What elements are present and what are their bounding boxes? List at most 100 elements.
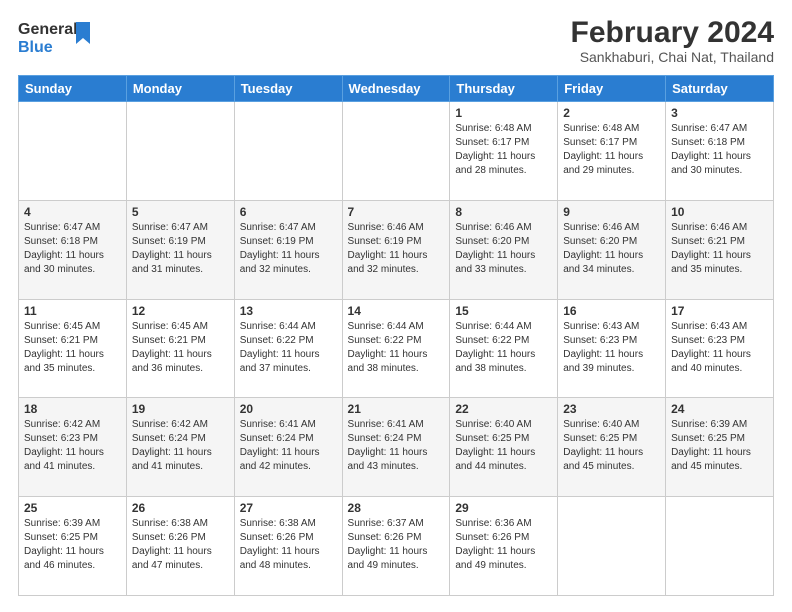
day-info: Sunrise: 6:43 AM Sunset: 6:23 PM Dayligh… [671,320,768,376]
header-sunday: Sunday [19,76,127,102]
title-area: February 2024 Sankhaburi, Chai Nat, Thai… [571,16,774,65]
table-row [19,102,127,201]
day-number: 4 [24,205,121,219]
day-number: 29 [455,501,552,515]
table-row [126,102,234,201]
table-row: 4 Sunrise: 6:47 AM Sunset: 6:18 PM Daylig… [19,200,127,299]
header-saturday: Saturday [666,76,774,102]
day-info: Sunrise: 6:42 AM Sunset: 6:24 PM Dayligh… [132,418,229,474]
day-number: 13 [240,304,337,318]
day-number: 27 [240,501,337,515]
day-number: 7 [348,205,445,219]
day-number: 20 [240,402,337,416]
table-row: 5Sunrise: 6:47 AM Sunset: 6:19 PM Daylig… [126,200,234,299]
header-monday: Monday [126,76,234,102]
table-row: 20Sunrise: 6:41 AM Sunset: 6:24 PM Dayli… [234,398,342,497]
day-number: 6 [240,205,337,219]
table-row: 3Sunrise: 6:47 AM Sunset: 6:18 PM Daylig… [666,102,774,201]
day-number: 23 [563,402,660,416]
calendar-row-0: 1Sunrise: 6:48 AM Sunset: 6:17 PM Daylig… [19,102,774,201]
table-row: 2Sunrise: 6:48 AM Sunset: 6:17 PM Daylig… [558,102,666,201]
logo-area: General Blue [18,16,98,65]
day-number: 16 [563,304,660,318]
table-row [558,497,666,596]
day-info: Sunrise: 6:47 AM Sunset: 6:18 PM Dayligh… [671,122,768,178]
day-number: 12 [132,304,229,318]
table-row: 22 Sunrise: 6:40 AM Sunset: 6:25 PM Dayli… [450,398,558,497]
day-number: 19 [132,402,229,416]
table-row: 17 Sunrise: 6:43 AM Sunset: 6:23 PM Dayli… [666,299,774,398]
month-year-title: February 2024 [571,16,774,49]
day-info: Sunrise: 6:47 AM Sunset: 6:18 PM Dayligh… [24,221,121,277]
table-row: 16Sunrise: 6:43 AM Sunset: 6:23 PM Dayli… [558,299,666,398]
day-number: 22 [455,402,552,416]
header-friday: Friday [558,76,666,102]
header-thursday: Thursday [450,76,558,102]
day-info: Sunrise: 6:38 AM Sunset: 6:26 PM Dayligh… [132,517,229,573]
day-number: 17 [671,304,768,318]
day-info: Sunrise: 6:45 AM Sunset: 6:21 PM Dayligh… [132,320,229,376]
table-row: 25 Sunrise: 6:39 AM Sunset: 6:25 PM Dayli… [19,497,127,596]
table-row: 19 Sunrise: 6:42 AM Sunset: 6:24 PM Dayli… [126,398,234,497]
day-info: Sunrise: 6:46 AM Sunset: 6:20 PM Dayligh… [455,221,552,277]
calendar-table: Sunday Monday Tuesday Wednesday Thursday… [18,75,774,596]
table-row: 18 Sunrise: 6:42 AM Sunset: 6:23 PM Dayli… [19,398,127,497]
table-row: 13 Sunrise: 6:44 AM Sunset: 6:22 PM Dayli… [234,299,342,398]
svg-text:Blue: Blue [18,39,53,56]
table-row: 6 Sunrise: 6:47 AM Sunset: 6:19 PM Daylig… [234,200,342,299]
day-info: Sunrise: 6:39 AM Sunset: 6:25 PM Dayligh… [671,418,768,474]
day-number: 26 [132,501,229,515]
logo: General Blue [18,16,98,65]
day-number: 28 [348,501,445,515]
table-row: 7Sunrise: 6:46 AM Sunset: 6:19 PM Daylig… [342,200,450,299]
day-number: 24 [671,402,768,416]
table-row: 23 Sunrise: 6:40 AM Sunset: 6:25 PM Dayli… [558,398,666,497]
day-info: Sunrise: 6:46 AM Sunset: 6:21 PM Dayligh… [671,221,768,277]
calendar-row-3: 18 Sunrise: 6:42 AM Sunset: 6:23 PM Dayli… [19,398,774,497]
day-info: Sunrise: 6:44 AM Sunset: 6:22 PM Dayligh… [240,320,337,376]
day-number: 5 [132,205,229,219]
table-row: 14Sunrise: 6:44 AM Sunset: 6:22 PM Dayli… [342,299,450,398]
table-row: 15 Sunrise: 6:44 AM Sunset: 6:22 PM Dayli… [450,299,558,398]
svg-text:General: General [18,21,78,38]
day-number: 15 [455,304,552,318]
table-row: 27 Sunrise: 6:38 AM Sunset: 6:26 PM Dayli… [234,497,342,596]
table-row: 11Sunrise: 6:45 AM Sunset: 6:21 PM Dayli… [19,299,127,398]
weekday-header-row: Sunday Monday Tuesday Wednesday Thursday… [19,76,774,102]
day-info: Sunrise: 6:48 AM Sunset: 6:17 PM Dayligh… [455,122,552,178]
header-tuesday: Tuesday [234,76,342,102]
table-row: 21 Sunrise: 6:41 AM Sunset: 6:24 PM Dayli… [342,398,450,497]
day-number: 21 [348,402,445,416]
day-number: 18 [24,402,121,416]
day-info: Sunrise: 6:48 AM Sunset: 6:17 PM Dayligh… [563,122,660,178]
calendar-row-1: 4 Sunrise: 6:47 AM Sunset: 6:18 PM Daylig… [19,200,774,299]
day-number: 11 [24,304,121,318]
day-number: 10 [671,205,768,219]
table-row [342,102,450,201]
location-subtitle: Sankhaburi, Chai Nat, Thailand [571,49,774,65]
table-row [666,497,774,596]
day-info: Sunrise: 6:41 AM Sunset: 6:24 PM Dayligh… [348,418,445,474]
day-info: Sunrise: 6:44 AM Sunset: 6:22 PM Dayligh… [348,320,445,376]
table-row: 26 Sunrise: 6:38 AM Sunset: 6:26 PM Dayli… [126,497,234,596]
day-number: 8 [455,205,552,219]
header: General Blue February 2024 Sankhaburi, C… [18,16,774,65]
header-wednesday: Wednesday [342,76,450,102]
day-info: Sunrise: 6:44 AM Sunset: 6:22 PM Dayligh… [455,320,552,376]
day-info: Sunrise: 6:47 AM Sunset: 6:19 PM Dayligh… [240,221,337,277]
table-row: 24 Sunrise: 6:39 AM Sunset: 6:25 PM Dayli… [666,398,774,497]
table-row: 28Sunrise: 6:37 AM Sunset: 6:26 PM Dayli… [342,497,450,596]
table-row: 8 Sunrise: 6:46 AM Sunset: 6:20 PM Daylig… [450,200,558,299]
day-number: 25 [24,501,121,515]
table-row: 10 Sunrise: 6:46 AM Sunset: 6:21 PM Dayli… [666,200,774,299]
page: General Blue February 2024 Sankhaburi, C… [0,0,792,612]
day-info: Sunrise: 6:40 AM Sunset: 6:25 PM Dayligh… [455,418,552,474]
day-info: Sunrise: 6:38 AM Sunset: 6:26 PM Dayligh… [240,517,337,573]
day-info: Sunrise: 6:46 AM Sunset: 6:20 PM Dayligh… [563,221,660,277]
logo-svg: General Blue [18,16,98,60]
day-info: Sunrise: 6:40 AM Sunset: 6:25 PM Dayligh… [563,418,660,474]
day-number: 9 [563,205,660,219]
calendar-row-4: 25 Sunrise: 6:39 AM Sunset: 6:25 PM Dayli… [19,497,774,596]
day-info: Sunrise: 6:39 AM Sunset: 6:25 PM Dayligh… [24,517,121,573]
day-info: Sunrise: 6:42 AM Sunset: 6:23 PM Dayligh… [24,418,121,474]
